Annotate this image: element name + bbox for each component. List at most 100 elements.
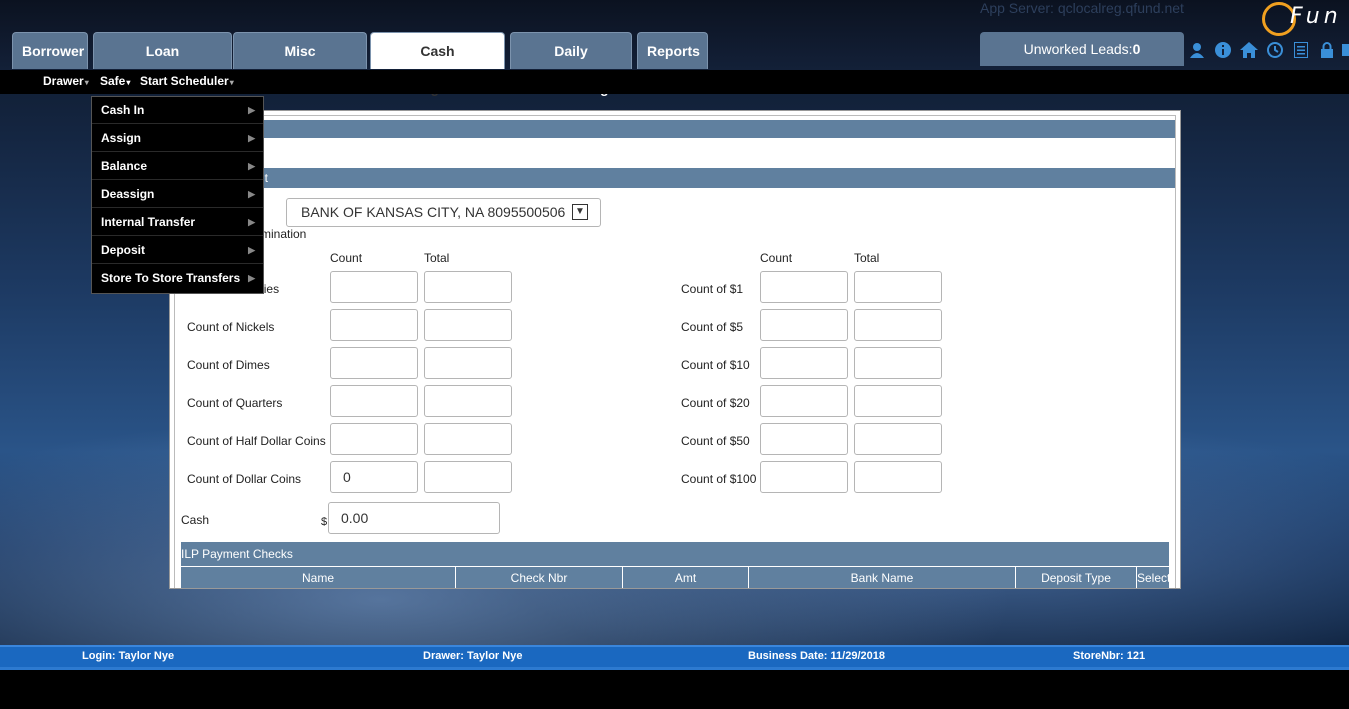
bill-50-count-input[interactable]	[760, 423, 848, 455]
bill-label-100: Count of $100	[681, 472, 757, 486]
menu-item-balance[interactable]: Balance ▶	[92, 153, 263, 180]
safe-dropdown-menu: Cash In ▶ Assign ▶ Balance ▶ Deassign ▶ Inte…	[91, 96, 264, 294]
menu-item-deposit[interactable]: Deposit ▶	[92, 237, 263, 264]
bill-count-header: Count	[760, 251, 793, 265]
denomination-label: mination	[261, 227, 307, 241]
bill-20-count-input[interactable]	[760, 385, 848, 417]
app-server-label: App Server: qclocalreg.qfund.net	[980, 0, 1184, 16]
currency-symbol: $	[321, 516, 328, 528]
chevron-right-icon: ▶	[248, 133, 255, 143]
half-dollar-count-input[interactable]	[330, 423, 418, 455]
pennies-count-input[interactable]	[330, 271, 418, 303]
ilp-table-header: Name Check Nbr Amt Bank Name Deposit Typ…	[181, 567, 1170, 588]
chevron-right-icon: ▶	[248, 217, 255, 227]
quarters-count-input[interactable]	[330, 385, 418, 417]
tab-loan-transactions[interactable]: Loan Transactions	[93, 32, 232, 96]
status-store-number: StoreNbr: 121	[1073, 650, 1146, 662]
unworked-leads-count: 0	[1132, 41, 1141, 57]
menu-item-label: Cash In	[101, 103, 145, 117]
bill-5-count-input[interactable]	[760, 309, 848, 341]
status-drawer: Drawer: Taylor Nye	[423, 650, 523, 662]
ilp-col-name[interactable]: Name	[181, 567, 456, 588]
half-dollar-total-input[interactable]	[424, 423, 512, 455]
chevron-right-icon: ▶	[248, 105, 255, 115]
dollar-coins-total-input[interactable]	[424, 461, 512, 493]
ilp-col-amt[interactable]: Amt	[623, 567, 749, 588]
logo-text: Fun	[1290, 4, 1342, 29]
ilp-col-deposit-type[interactable]: Deposit Type	[1016, 567, 1137, 588]
subnav-safe-label: Safe	[100, 74, 126, 88]
coin-count-header: Count	[330, 251, 363, 265]
deposit-section-bar: sit	[175, 168, 1175, 188]
unworked-leads-label: Unworked Leads:	[1023, 41, 1133, 57]
coin-label-quarters: Count of Quarters	[187, 396, 283, 410]
bill-100-total-input[interactable]	[854, 461, 942, 493]
menu-item-label: Balance	[101, 159, 148, 173]
bank-select[interactable]: BANK OF KANSAS CITY, NA 8095500506 ▼	[286, 198, 601, 227]
chevron-down-icon: ▾	[84, 78, 89, 87]
menu-item-cash-in[interactable]: Cash In ▶	[92, 97, 263, 124]
tab-cash-management[interactable]: Cash Management	[370, 32, 505, 96]
menu-item-store-to-store-transfers[interactable]: Store To Store Transfers ▶	[92, 265, 263, 292]
more-icon[interactable]	[1342, 42, 1349, 60]
bill-10-total-input[interactable]	[854, 347, 942, 379]
ilp-col-bank-name[interactable]: Bank Name	[749, 567, 1016, 588]
bill-50-total-input[interactable]	[854, 423, 942, 455]
chevron-down-icon: ▾	[229, 78, 234, 87]
menu-item-label: Deassign	[101, 187, 155, 201]
unworked-leads-button[interactable]: Unworked Leads:0	[980, 32, 1184, 66]
bank-select-value: BANK OF KANSAS CITY, NA 8095500506	[301, 204, 566, 220]
menu-item-label: Assign	[101, 131, 142, 145]
bill-label-1: Count of $1	[681, 282, 744, 296]
qfund-logo: Fun	[1258, 0, 1349, 44]
quarters-total-input[interactable]	[424, 385, 512, 417]
list-icon[interactable]	[1292, 41, 1310, 60]
home-icon[interactable]	[1240, 42, 1258, 60]
ilp-col-check-nbr[interactable]: Check Nbr	[456, 567, 623, 588]
chevron-down-icon: ▾	[126, 78, 131, 87]
bill-10-count-input[interactable]	[760, 347, 848, 379]
cash-label: Cash	[181, 513, 210, 527]
status-bar: Login: Taylor Nye Drawer: Taylor Nye Bus…	[0, 645, 1349, 669]
menu-item-assign[interactable]: Assign ▶	[92, 125, 263, 152]
pennies-total-input[interactable]	[424, 271, 512, 303]
subnav-drawer-label: Drawer	[43, 74, 84, 88]
bill-label-5: Count of $5	[681, 320, 744, 334]
bill-5-total-input[interactable]	[854, 309, 942, 341]
clock-icon[interactable]	[1266, 42, 1284, 60]
cash-management-panel: sit BANK OF KANSAS CITY, NA 8095500506 ▼…	[169, 110, 1181, 589]
subnav-start-scheduler[interactable]: Start Scheduler▾	[140, 74, 234, 88]
tab-borrower[interactable]: Borrower	[12, 32, 88, 69]
subnav-safe[interactable]: Safe▾	[100, 74, 130, 88]
subnav-drawer[interactable]: Drawer▾	[43, 74, 89, 88]
info-icon[interactable]	[1214, 42, 1232, 60]
chevron-right-icon: ▶	[248, 161, 255, 171]
bill-1-total-input[interactable]	[854, 271, 942, 303]
dimes-count-input[interactable]	[330, 347, 418, 379]
lock-icon[interactable]	[1318, 42, 1336, 60]
chevron-right-icon: ▶	[248, 245, 255, 255]
status-bar-divider	[0, 667, 1349, 670]
chevron-right-icon: ▶	[248, 189, 255, 199]
bill-1-count-input[interactable]	[760, 271, 848, 303]
nickels-count-input[interactable]	[330, 309, 418, 341]
menu-item-deassign[interactable]: Deassign ▶	[92, 181, 263, 208]
user-icon[interactable]	[1188, 42, 1206, 60]
menu-item-internal-transfer[interactable]: Internal Transfer ▶	[92, 209, 263, 236]
menu-item-label: Deposit	[101, 243, 146, 257]
chevron-right-icon: ▶	[248, 273, 255, 283]
tab-daily-processing[interactable]: Daily Processing	[510, 32, 632, 96]
tab-misc-transactions[interactable]: Misc Transactions	[233, 32, 367, 96]
ilp-col-select[interactable]: Select	[1137, 567, 1177, 588]
subnav-start-scheduler-label: Start Scheduler	[140, 74, 229, 88]
cash-total-input[interactable]: 0.00	[328, 502, 500, 534]
menu-item-label: Internal Transfer	[101, 215, 196, 229]
dimes-total-input[interactable]	[424, 347, 512, 379]
panel-frame: sit BANK OF KANSAS CITY, NA 8095500506 ▼…	[174, 115, 1176, 588]
tab-reports[interactable]: Reports	[637, 32, 708, 69]
nickels-total-input[interactable]	[424, 309, 512, 341]
bill-100-count-input[interactable]	[760, 461, 848, 493]
bill-20-total-input[interactable]	[854, 385, 942, 417]
coin-total-header: Total	[424, 251, 450, 265]
dollar-coins-count-input[interactable]: 0	[330, 461, 418, 493]
